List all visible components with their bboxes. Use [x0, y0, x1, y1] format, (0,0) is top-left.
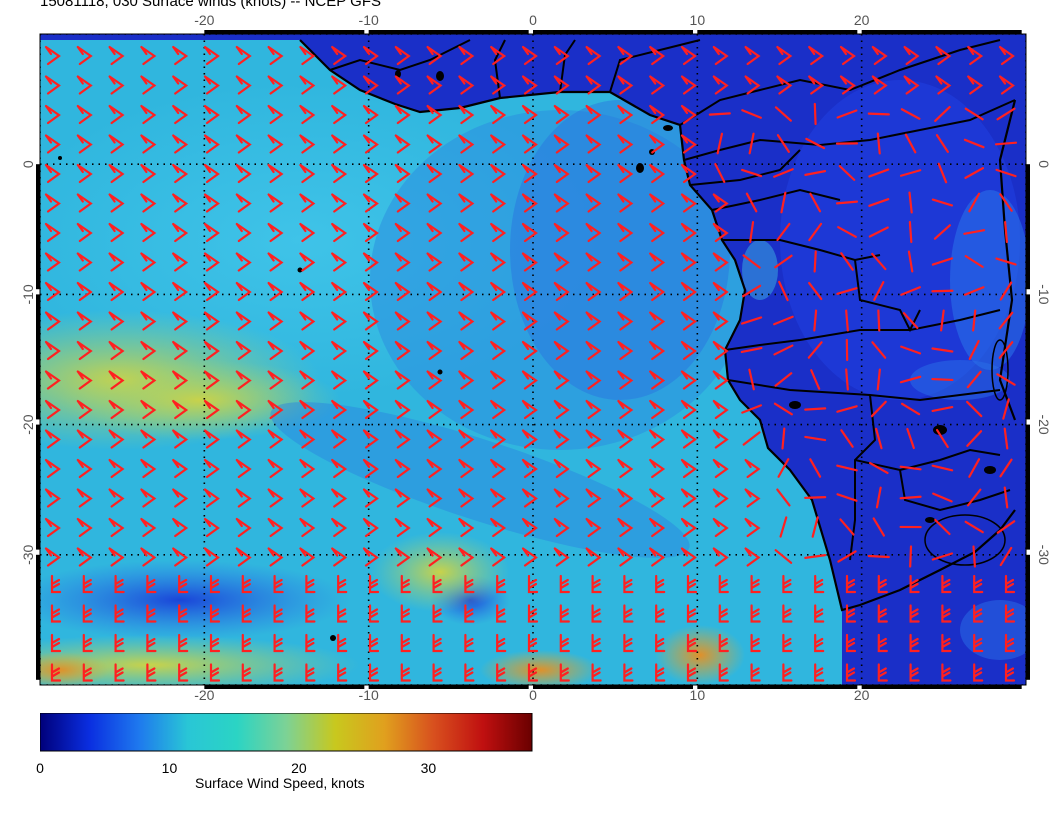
lat-tick-right: -30 [1036, 545, 1052, 565]
wind-barb [908, 220, 913, 244]
colorbar [40, 713, 533, 752]
wind-barb [877, 309, 881, 332]
wind-barb [867, 554, 890, 559]
wind-barb [931, 377, 954, 382]
lon-tick-top: -10 [359, 12, 379, 28]
colorbar-label: Surface Wind Speed, knots [195, 775, 365, 791]
lat-tick-left: -20 [20, 414, 36, 434]
map-field [40, 34, 1026, 685]
wind-barb [909, 545, 913, 568]
lon-tick-top: -20 [194, 12, 214, 28]
lon-tick-bottom: 10 [690, 687, 706, 703]
lon-tick-top: 20 [854, 12, 870, 28]
lat-tick-right: 0 [1036, 160, 1052, 168]
wind-barb [813, 250, 817, 273]
lon-tick-top: 0 [529, 12, 537, 28]
wind-barb [708, 112, 731, 116]
lon-tick-bottom: -10 [359, 687, 379, 703]
lat-tick-right: -10 [1036, 284, 1052, 304]
lat-tick-right: -20 [1036, 414, 1052, 434]
colorbar-tick: 20 [291, 760, 307, 776]
lat-tick-left: -10 [20, 284, 36, 304]
colorbar-tick: 0 [36, 760, 44, 776]
wind-barb [804, 407, 827, 411]
wind-barb [804, 496, 827, 499]
wind-barb [931, 289, 954, 293]
lon-tick-top: 10 [690, 12, 706, 28]
lat-tick-left: 0 [20, 160, 36, 168]
wind-barb [899, 495, 922, 500]
lon-tick-bottom: 20 [854, 687, 870, 703]
colorbar-tick: 30 [420, 760, 437, 776]
lon-tick-bottom: -20 [194, 687, 214, 703]
wind-barb [813, 102, 817, 126]
wind-barb [972, 545, 976, 568]
wind-map: -20 -20 -10 -10 0 0 10 10 20 20 0 0 -10 -10 -20 -20 -30 -… [20, 12, 1052, 703]
lat-tick-left: -30 [20, 544, 36, 564]
colorbar-tick: 10 [161, 760, 178, 776]
lon-tick-bottom: 0 [529, 687, 537, 703]
wind-barb [867, 112, 890, 116]
